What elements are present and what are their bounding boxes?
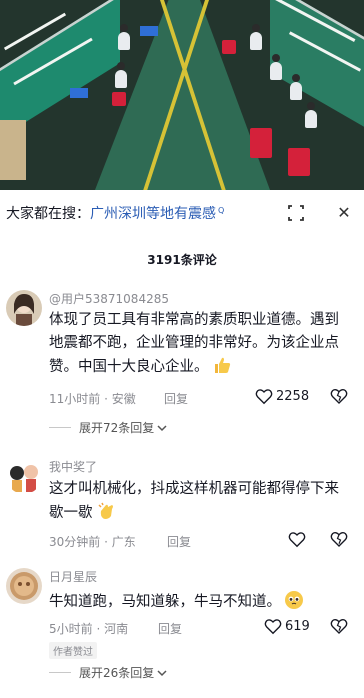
chevron-down-icon [157,424,167,431]
divider-dash [49,427,71,428]
like-button[interactable] [288,531,306,548]
comment-item: 我中奖了 这才叫机械化，抖成这样机器可能都得停下来歇一歇 30分钟前 · 广东 … [0,456,364,556]
expand-replies-label: 展开72条回复 [79,421,155,435]
red-stool [288,148,310,176]
worker [250,24,262,50]
avatar[interactable] [6,568,42,604]
worker [115,62,127,88]
pleading-face-emoji [284,590,304,610]
like-button[interactable]: 2258 [255,388,309,405]
comment-text-body: 这才叫机械化，抖成这样机器可能都得停下来歇一歇 [49,481,339,521]
clapping-hand-emoji [96,501,116,521]
comment-item: @用户53871084285 体现了员工具有非常高的素质职业道德。遇到地震都不跑… [0,284,364,436]
expand-icon[interactable] [286,203,306,223]
heart-icon [255,389,273,405]
reply-button[interactable]: 回复 [158,620,182,637]
chevron-down-icon [157,669,167,676]
blue-crate [70,88,88,98]
reply-button[interactable]: 回复 [164,390,188,407]
dislike-icon[interactable] [330,618,348,636]
comment-count: 3191条评论 [147,253,217,267]
comment-text: 体现了员工具有非常高的素质职业道德。遇到地震都不跑，企业管理的非常好。为该企业点… [49,309,349,379]
comment-item: 日月星辰 牛知道跑，马知道躲，牛马不知道。 5小时前 · 河南 回复 619 作… [0,566,364,691]
video-frame[interactable] [0,0,364,190]
comment-text-body: 牛知道跑，马知道躲，牛马不知道。 [49,594,281,610]
worker [290,74,302,100]
expand-replies-button[interactable]: 展开72条回复 [49,419,168,436]
dislike-icon[interactable] [330,531,348,549]
reply-button[interactable]: 回复 [167,533,191,550]
search-mark: Q [218,205,225,215]
red-stool [250,128,272,158]
comment-text: 牛知道跑，马知道躲，牛马不知道。 [49,590,349,614]
author-liked-badge: 作者赞过 [49,642,97,659]
search-suggestion-link[interactable]: 广州深圳等地有震感 [90,203,216,223]
avatar[interactable] [6,458,42,494]
like-count: 2258 [276,389,310,404]
comment-time-location: 30分钟前 · 广东 [49,535,136,549]
heart-icon [288,532,306,548]
search-prefix-label: 大家都在搜： [6,206,90,222]
worker [305,102,317,128]
like-count: 619 [285,619,310,634]
thumbs-up-emoji [212,355,232,375]
like-button[interactable]: 619 [264,618,310,635]
blue-crate [140,26,158,36]
comment-text-body: 体现了员工具有非常高的素质职业道德。遇到地震都不跑，企业管理的非常好。为该企业点… [49,312,339,375]
expand-replies-button[interactable]: 展开26条回复 [49,664,168,681]
comment-username[interactable]: 日月星辰 [49,568,97,585]
dislike-icon[interactable] [330,388,348,406]
comment-time-location: 5小时前 · 河南 [49,622,129,636]
close-icon[interactable]: ✕ [334,203,354,223]
comment-text: 这才叫机械化，抖成这样机器可能都得停下来歇一歇 [49,478,344,525]
heart-icon [264,619,282,635]
worker [118,24,130,50]
comment-time-location: 11小时前 · 安徽 [49,392,136,406]
search-suggestion-bar[interactable]: 大家都在搜： 广州深圳等地有震感 Q ✕ [0,196,364,230]
avatar[interactable] [6,290,42,326]
comment-username[interactable]: @用户53871084285 [49,290,169,307]
comment-username[interactable]: 我中奖了 [49,458,97,475]
divider-dash [49,672,71,673]
red-stool [112,92,126,106]
expand-replies-label: 展开26条回复 [79,666,155,680]
red-stool [222,40,236,54]
cardboard-box [0,120,26,180]
worker [270,54,282,80]
